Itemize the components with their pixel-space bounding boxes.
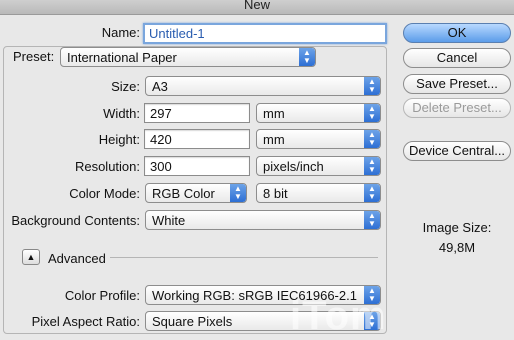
- width-input-value: 297: [150, 106, 172, 121]
- updown-arrows-icon: ▲ ▼: [364, 157, 380, 175]
- image-size-label: Image Size:: [422, 220, 492, 235]
- image-size-value: 49,8M: [438, 240, 476, 255]
- ok-button[interactable]: OK: [403, 23, 511, 43]
- resolution-input[interactable]: 300: [144, 156, 250, 176]
- height-input[interactable]: 420: [144, 129, 250, 149]
- window-titlebar: New: [0, 0, 514, 15]
- updown-arrows-icon: ▲ ▼: [364, 77, 380, 95]
- window-title: New: [243, 0, 270, 12]
- updown-arrows-icon: ▲ ▼: [364, 184, 380, 202]
- triangle-up-icon: ▲: [26, 252, 36, 262]
- height-input-value: 420: [150, 132, 172, 147]
- color-mode-select[interactable]: RGB Color ▲ ▼: [145, 183, 247, 203]
- bit-depth-value: 8 bit: [263, 186, 288, 201]
- size-select[interactable]: A3 ▲ ▼: [145, 76, 381, 96]
- background-contents-value: White: [152, 213, 186, 228]
- resolution-unit-select[interactable]: pixels/inch ▲ ▼: [256, 156, 381, 176]
- updown-arrows-icon: ▲ ▼: [364, 104, 380, 122]
- color-mode-value: RGB Color: [152, 186, 215, 201]
- watermark: iTom: [290, 294, 387, 338]
- resolution-input-value: 300: [150, 159, 172, 174]
- name-label: Name:: [101, 25, 140, 40]
- updown-arrows-icon: ▲ ▼: [364, 130, 380, 148]
- background-contents-label: Background Contents:: [11, 213, 140, 228]
- background-contents-select[interactable]: White ▲ ▼: [145, 210, 381, 230]
- resolution-label: Resolution:: [74, 159, 140, 174]
- size-select-value: A3: [152, 79, 168, 94]
- width-input[interactable]: 297: [144, 103, 250, 123]
- height-label: Height:: [98, 132, 140, 147]
- updown-arrows-icon: ▲ ▼: [364, 211, 380, 229]
- height-unit-select[interactable]: mm ▲ ▼: [256, 129, 381, 149]
- bit-depth-select[interactable]: 8 bit ▲ ▼: [256, 183, 381, 203]
- cancel-button[interactable]: Cancel: [403, 48, 511, 68]
- color-mode-label: Color Mode:: [69, 186, 140, 201]
- width-unit-select[interactable]: mm ▲ ▼: [256, 103, 381, 123]
- preset-label: Preset:: [10, 49, 58, 64]
- pixel-aspect-ratio-label: Pixel Aspect Ratio:: [31, 314, 140, 329]
- height-unit-value: mm: [263, 132, 285, 147]
- device-central-button[interactable]: Device Central...: [403, 141, 511, 161]
- width-unit-value: mm: [263, 106, 285, 121]
- size-label: Size:: [111, 79, 140, 94]
- pixel-aspect-ratio-value: Square Pixels: [152, 314, 233, 329]
- save-preset-button[interactable]: Save Preset...: [403, 74, 511, 94]
- advanced-disclosure-button[interactable]: ▲: [22, 249, 40, 265]
- resolution-unit-value: pixels/inch: [263, 159, 324, 174]
- updown-arrows-icon: ▲ ▼: [230, 184, 246, 202]
- advanced-label: Advanced: [48, 251, 106, 266]
- preset-select-value: International Paper: [67, 50, 177, 65]
- name-input-value: Untitled-1: [149, 26, 205, 41]
- color-profile-label: Color Profile:: [64, 288, 140, 303]
- delete-preset-button[interactable]: Delete Preset...: [403, 98, 511, 118]
- width-label: Width:: [103, 106, 140, 121]
- name-input[interactable]: Untitled-1: [143, 23, 387, 44]
- updown-arrows-icon: ▲ ▼: [299, 48, 315, 66]
- advanced-divider: [110, 257, 378, 258]
- preset-select[interactable]: International Paper ▲ ▼: [60, 47, 316, 67]
